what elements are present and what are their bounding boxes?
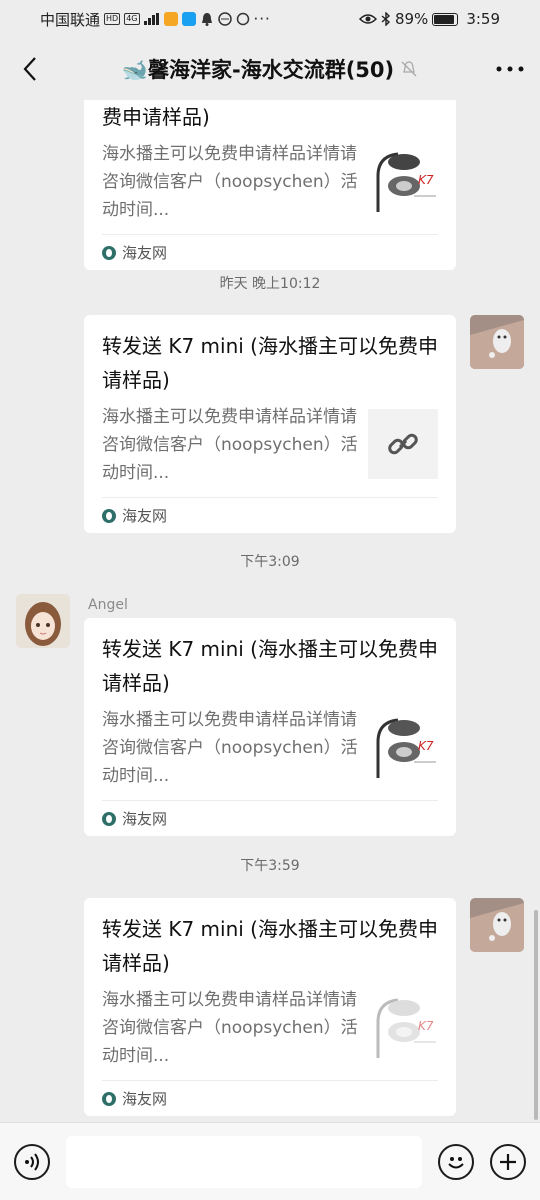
card-title: 转发送 K7 mini (海水播主可以免费申请样品): [102, 334, 438, 392]
message-list[interactable]: 费申请样品) 海水播主可以免费申请样品详情请咨询微信客户（noopsychen）…: [0, 100, 540, 1122]
bluetooth-icon: [381, 12, 390, 26]
card-source: 海友网: [102, 234, 438, 270]
shared-link-card[interactable]: 转发送 K7 mini (海水播主可以免费申请样品) 海水播主可以免费申请样品详…: [84, 618, 456, 836]
more-options-button[interactable]: [480, 38, 540, 100]
muted-bell-icon: [401, 61, 417, 77]
message-input[interactable]: [66, 1135, 422, 1188]
source-name: 海友网: [122, 1090, 168, 1108]
network-4g-badge: 4G: [124, 13, 140, 25]
card-title: 费申请样品): [102, 105, 210, 129]
svg-text:K7: K7: [418, 1019, 434, 1033]
more-notifications-icon: ···: [253, 10, 271, 28]
input-bar: [0, 1122, 540, 1200]
card-title: 转发送 K7 mini (海水播主可以免费申请样品): [102, 637, 438, 695]
avatar-photo: [470, 315, 524, 369]
card-title: 转发送 K7 mini (海水播主可以免费申请样品): [102, 917, 438, 975]
avatar-photo: [16, 594, 70, 648]
shared-link-card[interactable]: 费申请样品) 海水播主可以免费申请样品详情请咨询微信客户（noopsychen）…: [84, 100, 456, 270]
card-body: 海水播主可以免费申请样品详情请咨询微信客户（noopsychen）活动时间...…: [102, 140, 438, 224]
source-logo-icon: [102, 245, 116, 260]
circle-icon: [236, 12, 249, 26]
source-name: 海友网: [122, 507, 168, 525]
battery-percent: 89%: [394, 10, 429, 28]
chevron-left-icon: [23, 57, 36, 81]
shared-link-card[interactable]: 转发送 K7 mini (海水播主可以免费申请样品) 海水播主可以免费申请样品详…: [84, 315, 456, 533]
chat-title: 🐋馨海洋家-海水交流群(50): [121, 58, 395, 82]
status-bar-left: 中国联通 HD 4G ···: [40, 9, 271, 30]
sender-avatar[interactable]: [16, 594, 70, 648]
input-actions: [438, 1143, 526, 1180]
eye-icon: [358, 14, 377, 24]
timestamp: 昨天 晚上10:12: [219, 276, 321, 292]
timestamp: 下午3:59: [240, 858, 300, 874]
scrollbar[interactable]: [534, 910, 538, 1120]
lamp-image-icon: K7: [376, 152, 436, 212]
svg-text:K7: K7: [418, 739, 434, 753]
app-notification-icon: [163, 12, 178, 26]
card-description: 海水播主可以免费申请样品详情请咨询微信客户（noopsychen）活动时间...: [102, 144, 358, 220]
source-name: 海友网: [122, 810, 168, 828]
status-bar-right: 89% 3:59: [358, 10, 500, 28]
carrier-name: 中国联通: [40, 10, 101, 29]
signal-icon: [143, 13, 159, 25]
voice-icon: [25, 1152, 39, 1171]
add-more-button[interactable]: [490, 1143, 526, 1180]
shield-icon: [217, 12, 232, 26]
card-body: 海水播主可以免费申请样品详情请咨询微信客户（noopsychen）活动时间...…: [102, 706, 438, 790]
product-thumbnail: K7: [368, 712, 438, 782]
timestamp: 下午3:09: [240, 554, 300, 570]
chat-header: 🐋馨海洋家-海水交流群(50): [0, 38, 540, 100]
bell-icon: [201, 13, 212, 26]
battery-fill: [434, 14, 454, 24]
source-logo-icon: [102, 1091, 116, 1106]
avatar-photo: [470, 898, 524, 952]
hd-badge: HD: [104, 13, 121, 25]
card-source: 海友网: [102, 1080, 438, 1116]
card-body: 海水播主可以免费申请样品详情请咨询微信客户（noopsychen）活动时间...…: [102, 986, 438, 1070]
my-avatar[interactable]: [470, 898, 524, 952]
search-app-icon: [181, 12, 196, 26]
title-wrap: 🐋馨海洋家-海水交流群(50): [60, 54, 480, 84]
sender-name: Angel: [88, 597, 128, 613]
card-description: 海水播主可以免费申请样品详情请咨询微信客户（noopsychen）活动时间...: [102, 710, 358, 786]
status-bar: 中国联通 HD 4G ··· 89% 3:59: [0, 0, 540, 38]
card-body: 海水播主可以免费申请样品详情请咨询微信客户（noopsychen）活动时间...: [102, 403, 438, 487]
emoji-icon: [448, 1156, 464, 1168]
back-button[interactable]: [0, 38, 60, 100]
card-description: 海水播主可以免费申请样品详情请咨询微信客户（noopsychen）活动时间...: [102, 990, 358, 1066]
product-thumbnail: K7: [368, 146, 438, 216]
source-name: 海友网: [122, 244, 168, 262]
battery-icon: [432, 12, 459, 26]
source-logo-icon: [102, 508, 116, 523]
svg-text:K7: K7: [418, 173, 434, 187]
card-description: 海水播主可以免费申请样品详情请咨询微信客户（noopsychen）活动时间...: [102, 407, 358, 483]
lamp-image-icon: K7: [376, 718, 436, 778]
clock: 3:59: [466, 10, 500, 28]
link-thumbnail: [368, 409, 438, 479]
source-logo-icon: [102, 811, 116, 826]
my-avatar[interactable]: [470, 315, 524, 369]
lamp-image-icon: K7: [376, 998, 436, 1058]
link-icon: [388, 433, 418, 455]
plus-icon: [500, 1153, 516, 1170]
voice-input-button[interactable]: [14, 1143, 50, 1180]
card-source: 海友网: [102, 800, 438, 836]
more-horizontal-icon: [496, 66, 524, 72]
product-thumbnail: K7: [368, 992, 438, 1062]
emoji-button[interactable]: [438, 1143, 474, 1180]
card-source: 海友网: [102, 497, 438, 533]
shared-link-card[interactable]: 转发送 K7 mini (海水播主可以免费申请样品) 海水播主可以免费申请样品详…: [84, 898, 456, 1116]
